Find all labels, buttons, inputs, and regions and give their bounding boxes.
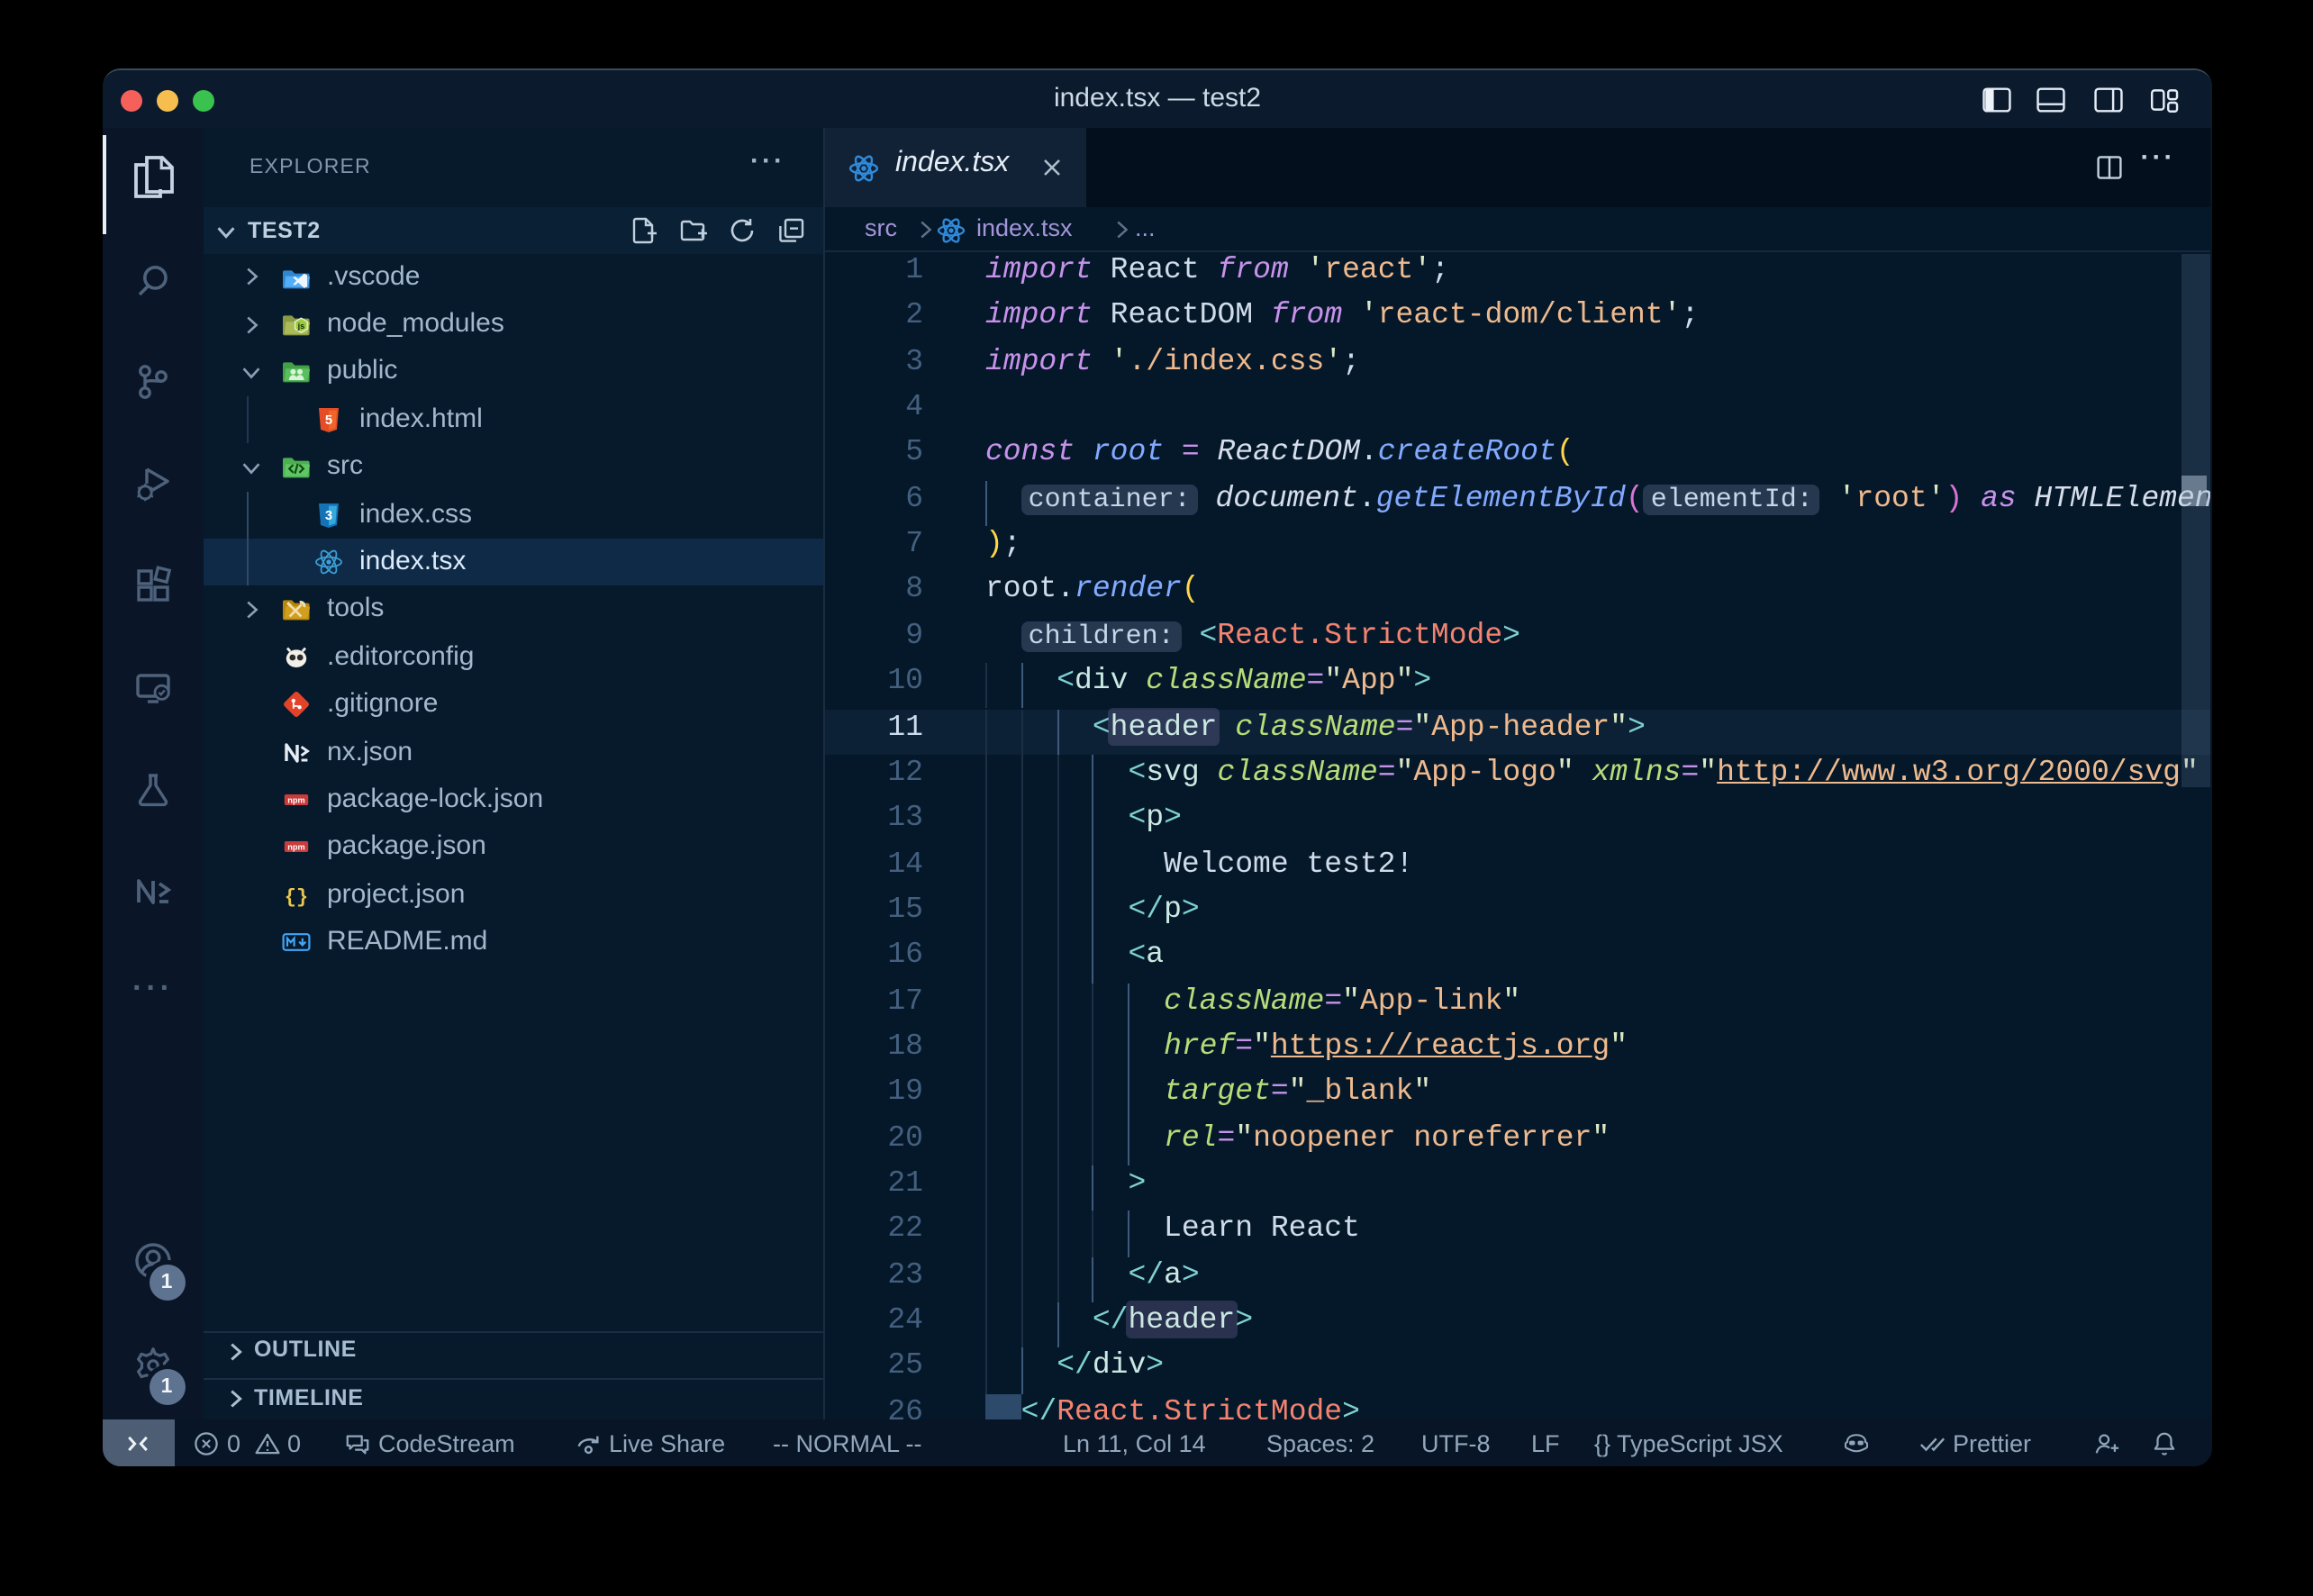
svg-text:js: js (297, 322, 305, 331)
svg-text:5: 5 (325, 413, 332, 428)
svg-text:3: 3 (325, 508, 332, 522)
svg-text:{}: {} (285, 886, 308, 909)
svg-text:npm: npm (287, 796, 304, 805)
svg-text:npm: npm (287, 843, 304, 852)
